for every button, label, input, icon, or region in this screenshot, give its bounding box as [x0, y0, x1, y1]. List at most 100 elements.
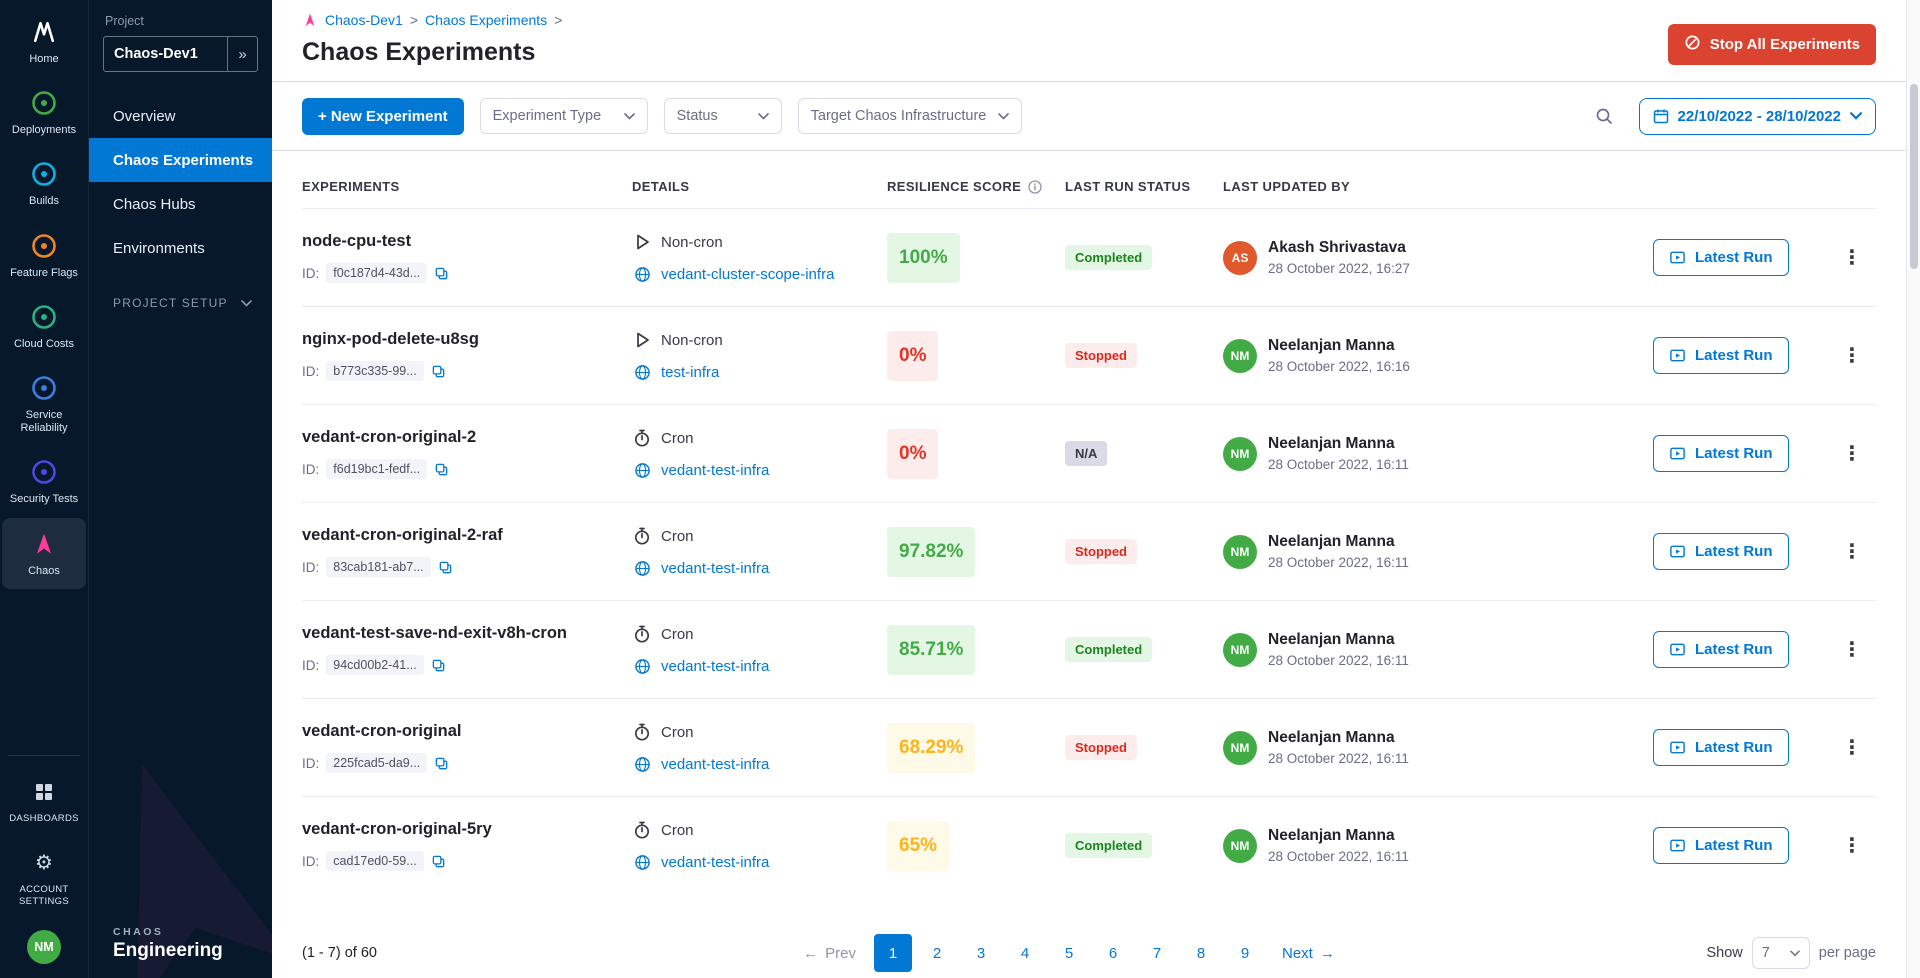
rail-item-account-settings[interactable]: ⚙ ACCOUNT SETTINGS [2, 837, 86, 918]
target-infrastructure-filter[interactable]: Target Chaos Infrastructure [798, 98, 1022, 134]
latest-run-button[interactable]: Latest Run [1653, 435, 1789, 472]
rail-item-security-tests[interactable]: Security Tests [2, 446, 86, 517]
prev-page-button[interactable]: ← Prev [803, 945, 856, 962]
vertical-scrollbar[interactable] [1906, 0, 1920, 978]
resilience-score: 100% [887, 233, 960, 283]
next-arrow-icon: → [1320, 945, 1335, 962]
rail-item-chaos[interactable]: Chaos [2, 518, 86, 589]
page-size-value: 7 [1762, 945, 1770, 961]
resilience-score: 97.82% [887, 527, 975, 577]
copy-icon[interactable] [431, 364, 446, 379]
experiment-name[interactable]: vedant-cron-original-2 [302, 428, 632, 447]
infrastructure-link[interactable]: test-infra [661, 364, 719, 381]
next-page-button[interactable]: Next → [1282, 945, 1335, 962]
rail-item-cloud-costs[interactable]: Cloud Costs [2, 291, 86, 362]
latest-run-button[interactable]: Latest Run [1653, 533, 1789, 570]
date-range-picker[interactable]: 22/10/2022 - 28/10/2022 [1639, 98, 1876, 135]
sidebar-item-chaos-hubs[interactable]: Chaos Hubs [89, 182, 272, 226]
rail-item-home[interactable]: Home [2, 6, 86, 77]
latest-run-icon [1669, 739, 1686, 756]
updated-date: 28 October 2022, 16:11 [1268, 751, 1409, 766]
kebab-menu-icon[interactable]: ⋮ [1834, 635, 1870, 664]
experiment-name[interactable]: nginx-pod-delete-u8sg [302, 330, 632, 349]
rail-item-builds[interactable]: Builds [2, 148, 86, 219]
latest-run-button[interactable]: Latest Run [1653, 827, 1789, 864]
experiment-name[interactable]: vedant-cron-original [302, 722, 632, 741]
page-button-2[interactable]: 2 [918, 934, 956, 972]
collapse-sidebar-icon[interactable]: » [227, 37, 257, 71]
sidebar-item-environments[interactable]: Environments [89, 226, 272, 270]
kebab-menu-icon[interactable]: ⋮ [1834, 733, 1870, 762]
page-button-9[interactable]: 9 [1226, 934, 1264, 972]
page-button-5[interactable]: 5 [1050, 934, 1088, 972]
infrastructure-link[interactable]: vedant-test-infra [661, 462, 769, 479]
updated-by-name: Neelanjan Manna [1268, 729, 1409, 747]
status-filter[interactable]: Status [664, 98, 782, 134]
latest-run-button[interactable]: Latest Run [1653, 337, 1789, 374]
resilience-score-cell: 97.82% [887, 527, 1065, 577]
breadcrumb-project-link[interactable]: Chaos-Dev1 [325, 12, 403, 28]
experiment-type: Cron [661, 430, 694, 447]
kebab-menu-icon[interactable]: ⋮ [1834, 831, 1870, 860]
column-experiments: EXPERIMENTS [302, 179, 632, 194]
kebab-menu-icon[interactable]: ⋮ [1834, 439, 1870, 468]
settings-gear-icon: ⚙ [35, 848, 53, 878]
latest-run-button[interactable]: Latest Run [1653, 239, 1789, 276]
rail-item-dashboards[interactable]: DASHBOARDS [2, 766, 86, 835]
project-setup-toggle[interactable]: PROJECT SETUP [89, 296, 272, 310]
kebab-menu-icon[interactable]: ⋮ [1834, 341, 1870, 370]
experiment-name[interactable]: vedant-test-save-nd-exit-v8h-cron [302, 624, 632, 643]
experiment-name[interactable]: vedant-cron-original-2-raf [302, 526, 632, 545]
rail-item-label: Deployments [12, 124, 76, 137]
infrastructure-link[interactable]: vedant-test-infra [661, 854, 769, 871]
copy-icon[interactable] [438, 560, 453, 575]
stop-all-experiments-button[interactable]: Stop All Experiments [1668, 24, 1876, 65]
page-size-select[interactable]: 7 [1752, 937, 1810, 969]
copy-icon[interactable] [431, 658, 446, 673]
page-button-4[interactable]: 4 [1006, 934, 1044, 972]
experiment-name[interactable]: vedant-cron-original-5ry [302, 820, 632, 839]
copy-icon[interactable] [431, 854, 446, 869]
copy-icon[interactable] [434, 756, 449, 771]
copy-icon[interactable] [434, 266, 449, 281]
page-button-8[interactable]: 8 [1182, 934, 1220, 972]
page-button-6[interactable]: 6 [1094, 934, 1132, 972]
rail-item-deployments[interactable]: Deployments [2, 77, 86, 148]
infrastructure-link[interactable]: vedant-test-infra [661, 658, 769, 675]
id-label: ID: [302, 364, 319, 379]
dashboards-label: DASHBOARDS [9, 813, 79, 824]
rail-item-service-reliability[interactable]: Service Reliability [2, 362, 86, 446]
experiment-id: 225fcad5-da9... [326, 753, 427, 773]
experiment-type-icon [632, 820, 652, 840]
kebab-menu-icon[interactable]: ⋮ [1834, 537, 1870, 566]
id-label: ID: [302, 266, 319, 281]
sidebar-item-chaos-experiments[interactable]: Chaos Experiments [89, 138, 272, 182]
experiment-name[interactable]: node-cpu-test [302, 232, 632, 251]
page-button-1[interactable]: 1 [874, 934, 912, 972]
sidebar-item-overview[interactable]: Overview [89, 94, 272, 138]
latest-run-button[interactable]: Latest Run [1653, 729, 1789, 766]
experiment-type-filter[interactable]: Experiment Type [480, 98, 648, 134]
copy-icon[interactable] [434, 462, 449, 477]
user-avatar[interactable]: NM [27, 930, 61, 964]
resilience-score-cell: 68.29% [887, 723, 1065, 773]
infrastructure-link[interactable]: vedant-test-infra [661, 560, 769, 577]
rail-item-feature-flags[interactable]: Feature Flags [2, 220, 86, 291]
search-button[interactable] [1585, 97, 1623, 135]
new-experiment-button[interactable]: + New Experiment [302, 98, 464, 135]
project-selector[interactable]: Chaos-Dev1 » [103, 36, 258, 72]
infrastructure-link[interactable]: vedant-test-infra [661, 756, 769, 773]
infrastructure-link[interactable]: vedant-cluster-scope-infra [661, 266, 834, 283]
info-icon[interactable] [1028, 180, 1042, 194]
main-content: Chaos-Dev1 > Chaos Experiments > Chaos E… [272, 0, 1906, 978]
page-button-7[interactable]: 7 [1138, 934, 1176, 972]
latest-run-button[interactable]: Latest Run [1653, 631, 1789, 668]
module-rail-bottom: DASHBOARDS ⚙ ACCOUNT SETTINGS NM [8, 755, 80, 978]
page-button-3[interactable]: 3 [962, 934, 1000, 972]
scrollbar-thumb[interactable] [1910, 84, 1918, 269]
kebab-menu-icon[interactable]: ⋮ [1834, 243, 1870, 272]
account-settings-label: ACCOUNT SETTINGS [4, 884, 84, 907]
avatar: NM [1223, 535, 1257, 569]
breadcrumb-experiments-link[interactable]: Chaos Experiments [425, 12, 547, 28]
status-badge: Stopped [1065, 539, 1137, 564]
